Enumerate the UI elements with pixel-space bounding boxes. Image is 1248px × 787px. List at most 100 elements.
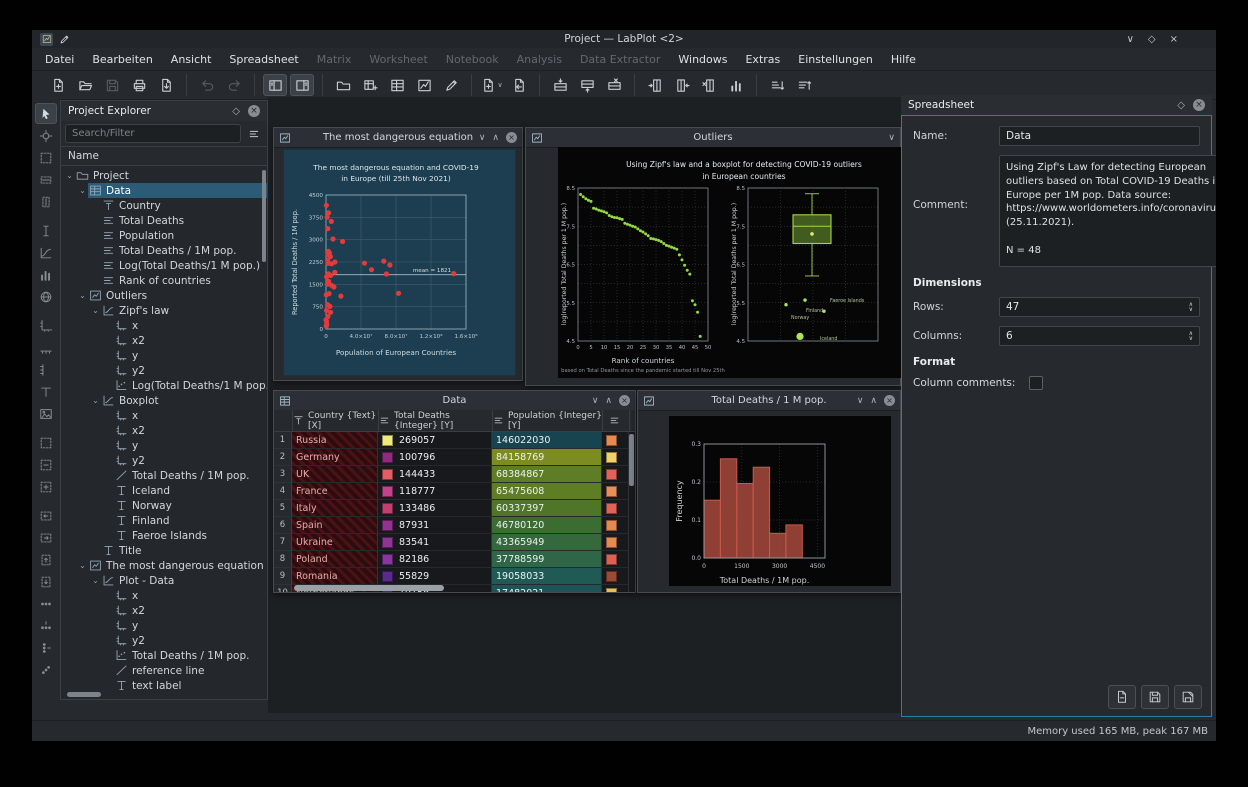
new-spreadsheet-button[interactable] <box>385 74 409 96</box>
cell-ratio[interactable] <box>602 500 629 517</box>
print-button[interactable] <box>127 74 151 96</box>
column-comments-checkbox[interactable] <box>1029 376 1044 390</box>
tree-item-iceland[interactable]: Iceland <box>61 483 267 498</box>
restore-window-icon[interactable]: ◇ <box>1148 34 1156 45</box>
auto-scale-y-button[interactable] <box>35 637 57 658</box>
table-row[interactable]: 9 Romania 55829 19058033 <box>274 568 635 585</box>
menu-extras[interactable]: Extras <box>736 50 789 69</box>
load-template-button[interactable] <box>1108 685 1136 709</box>
save-as-template-button[interactable] <box>1174 685 1202 709</box>
export-button[interactable] <box>154 74 178 96</box>
data-spreadsheet-titlebar[interactable]: Data ∨ ∧ × <box>274 391 635 411</box>
table-row[interactable]: 4 France 118777 65475608 <box>274 483 635 500</box>
insert-column-right-button[interactable] <box>670 74 694 96</box>
tree-item-y[interactable]: y <box>61 618 267 633</box>
cell-ratio[interactable] <box>602 551 629 568</box>
tree-item-y2[interactable]: y2 <box>61 633 267 648</box>
restore-subwindow-icon[interactable]: ∧ <box>605 396 612 406</box>
histogram-worksheet[interactable]: 0 1500 3000 4500 0.0 0.1 0.2 0.3 Total Deaths / … <box>669 416 891 586</box>
minimize-subwindow-icon[interactable]: ∨ <box>479 133 486 143</box>
table-row[interactable]: 7 Ukraine 83541 43365949 <box>274 534 635 551</box>
close-window-icon[interactable]: × <box>1170 34 1178 45</box>
tree-item-plot-data[interactable]: ⌄ Plot - Data <box>61 573 267 588</box>
add-image-button[interactable] <box>35 403 57 424</box>
minimize-subwindow-icon[interactable]: ∨ <box>888 133 895 143</box>
crosshair-mode-button[interactable] <box>35 125 57 146</box>
open-file-button[interactable] <box>73 74 97 96</box>
tree-item-total-deaths[interactable]: Total Deaths <box>61 213 267 228</box>
tree-horizontal-scrollbar[interactable] <box>67 692 101 697</box>
cell-population[interactable]: 43365949 <box>492 534 602 551</box>
cell-total-deaths[interactable]: 118777 <box>378 483 492 500</box>
table-horizontal-scrollbar[interactable] <box>294 585 444 591</box>
window-titlebar[interactable]: Project — LabPlot <2> ∨ ◇ × <box>32 30 1216 48</box>
zoom-select-mode-button[interactable] <box>35 147 57 168</box>
tree-item-reference-line[interactable]: reference line <box>61 663 267 678</box>
minimize-subwindow-icon[interactable]: ∨ <box>857 396 864 406</box>
restore-subwindow-icon[interactable]: ∧ <box>492 133 499 143</box>
table-vertical-scrollbar[interactable] <box>629 434 634 486</box>
tree-item-y[interactable]: y <box>61 438 267 453</box>
zoom-y-select-mode-button[interactable] <box>35 191 57 212</box>
dangerous-equation-titlebar[interactable]: The most dangerous equation ∨ ∧ × <box>274 128 522 148</box>
auto-fit-button[interactable] <box>35 659 57 680</box>
cell-country[interactable]: Poland <box>292 551 378 568</box>
columns-stepper[interactable]: 6 ∧ ∨ <box>999 326 1200 346</box>
tree-item-x[interactable]: x <box>61 318 267 333</box>
zoom-in-selection-button[interactable] <box>35 432 57 453</box>
cell-total-deaths[interactable]: 82186 <box>378 551 492 568</box>
add-text-label-button[interactable] <box>35 381 57 402</box>
insert-row-below-button[interactable] <box>575 74 599 96</box>
comment-field[interactable]: Using Zipf's Law for detecting European … <box>999 155 1216 267</box>
menu-bearbeiten[interactable]: Bearbeiten <box>83 50 161 69</box>
table-row[interactable]: 6 Spain 87931 46780120 <box>274 517 635 534</box>
menu-spreadsheet[interactable]: Spreadsheet <box>220 50 307 69</box>
tree-item-total-deaths-1m-pop[interactable]: Total Deaths / 1M pop. <box>61 468 267 483</box>
tree-item-project[interactable]: ⌄ Project <box>61 168 267 183</box>
table-row[interactable]: 8 Poland 82186 37788599 <box>274 551 635 568</box>
cell-country[interactable]: Romania <box>292 568 378 585</box>
cell-total-deaths[interactable]: 269057 <box>378 432 492 449</box>
cell-population[interactable]: 37788599 <box>492 551 602 568</box>
column-header-total-deaths-integer-y[interactable]: Total Deaths {Integer} [Y] <box>379 410 493 431</box>
restore-subwindow-icon[interactable]: ∧ <box>870 396 877 406</box>
cell-total-deaths[interactable]: 133486 <box>378 500 492 517</box>
shift-right-x-button[interactable] <box>35 527 57 548</box>
tree-item-log-total-deaths-1-m-pop[interactable]: Log(Total Deaths/1 M pop.) <box>61 258 267 273</box>
cell-population[interactable]: 60337397 <box>492 500 602 517</box>
cell-population[interactable]: 84158769 <box>492 449 602 466</box>
remove-columns-button[interactable] <box>697 74 721 96</box>
menu-windows[interactable]: Windows <box>669 50 736 69</box>
auto-scale-x-button[interactable] <box>35 615 57 636</box>
expander-icon[interactable]: ⌄ <box>90 576 101 585</box>
cursor-line-mode-button[interactable] <box>35 220 57 241</box>
menu-datei[interactable]: Datei <box>36 50 83 69</box>
table-row[interactable]: 5 Italy 133486 60337397 <box>274 500 635 517</box>
close-panel-icon[interactable]: × <box>248 105 260 117</box>
cell-total-deaths[interactable]: 55829 <box>378 568 492 585</box>
cell-ratio[interactable] <box>602 432 629 449</box>
add-y-axis-button[interactable] <box>35 359 57 380</box>
new-workbook-button[interactable] <box>358 74 382 96</box>
add-x-axis-button[interactable] <box>35 337 57 358</box>
rows-stepper[interactable]: 47 ∧ ∨ <box>999 297 1200 317</box>
tree-item-the-most-dangerous-equation[interactable]: ⌄ The most dangerous equation <box>61 558 267 573</box>
close-panel-icon[interactable]: × <box>1193 99 1205 111</box>
tree-item-boxplot[interactable]: ⌄ Boxplot <box>61 393 267 408</box>
cell-country[interactable]: Spain <box>292 517 378 534</box>
add-axis-button[interactable] <box>35 315 57 336</box>
shift-left-x-button[interactable] <box>35 505 57 526</box>
cell-total-deaths[interactable]: 87931 <box>378 517 492 534</box>
cell-ratio[interactable] <box>602 568 629 585</box>
cell-ratio[interactable] <box>602 517 629 534</box>
float-panel-icon[interactable]: ◇ <box>232 106 240 117</box>
cell-ratio[interactable] <box>602 466 629 483</box>
tree-item-x2[interactable]: x2 <box>61 333 267 348</box>
sort-ascending-button[interactable] <box>765 74 789 96</box>
new-worksheet-button[interactable] <box>412 74 436 96</box>
close-subwindow-icon[interactable]: × <box>884 395 895 406</box>
sort-descending-button[interactable] <box>792 74 816 96</box>
tree-item-faeroe-islands[interactable]: Faeroe Islands <box>61 528 267 543</box>
zoom-out-selection-button[interactable] <box>35 454 57 475</box>
cell-country[interactable]: France <box>292 483 378 500</box>
